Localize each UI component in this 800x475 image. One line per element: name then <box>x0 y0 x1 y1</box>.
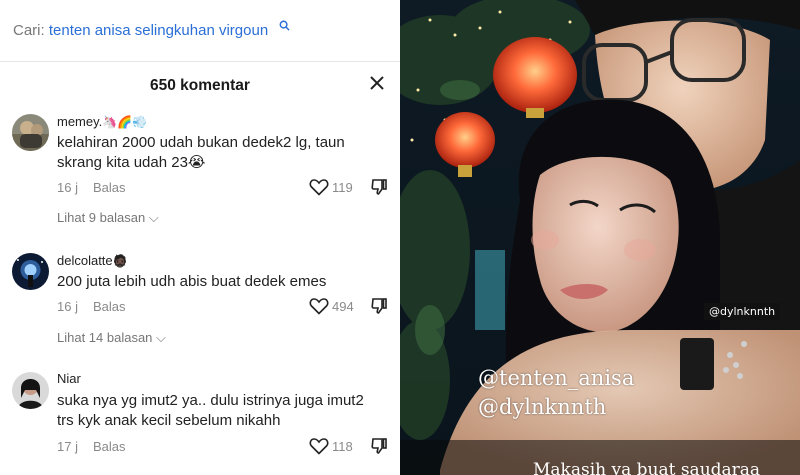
view-replies-link[interactable]: Lihat 14 balasan ⌵ <box>57 330 166 346</box>
comments-header: 650 komentar <box>0 62 400 108</box>
avatar[interactable] <box>12 253 49 290</box>
chevron-down-icon: ⌵ <box>148 210 159 225</box>
search-bar[interactable]: Cari: tenten anisa selingkuhan virgoun <box>0 0 400 62</box>
mention-tag[interactable]: @dylnknnth <box>704 303 781 320</box>
heart-icon[interactable] <box>309 437 329 455</box>
like-count: 494 <box>332 299 354 314</box>
search-input[interactable]: Cari: tenten anisa selingkuhan virgoun <box>13 22 268 39</box>
dislike-icon[interactable] <box>370 437 388 455</box>
comment-username[interactable]: memey.🦄🌈💨 <box>57 114 147 129</box>
search-query: tenten anisa selingkuhan virgoun <box>48 22 269 39</box>
comment-username[interactable]: Niar <box>57 371 81 386</box>
comment-time: 17 j <box>57 439 78 454</box>
search-prefix: Cari: <box>13 22 45 39</box>
comment-time: 16 j <box>57 180 78 195</box>
avatar[interactable] <box>12 114 49 151</box>
close-icon[interactable] <box>368 74 386 92</box>
story-caption: Makasih ya buat saudaraa <box>533 460 761 475</box>
mention-tag[interactable]: @dylnknnth <box>478 395 606 419</box>
dislike-icon[interactable] <box>370 178 388 196</box>
comment-text: 200 juta lebih udh abis buat dedek emes <box>57 273 327 290</box>
comment-time: 16 j <box>57 299 78 314</box>
reply-button[interactable]: Balas <box>93 439 126 454</box>
search-icon[interactable] <box>279 20 290 31</box>
comment-text: kelahiran 2000 udah bukan dedek2 lg, tau… <box>57 134 345 171</box>
comment-username[interactable]: delcolatte🧔🏿 <box>57 253 128 268</box>
heart-icon[interactable] <box>309 297 329 315</box>
reply-button[interactable]: Balas <box>93 299 126 314</box>
comments-panel: Cari: tenten anisa selingkuhan virgoun 6… <box>0 0 400 475</box>
mention-tag[interactable]: @tenten_anisa <box>478 366 634 390</box>
chevron-down-icon: ⌵ <box>156 330 166 345</box>
comment-text: suka nya yg imut2 ya.. dulu istrinya jug… <box>57 392 364 429</box>
view-replies-link[interactable]: Lihat 9 balasan ⌵ <box>57 210 159 226</box>
like-count: 119 <box>332 180 353 195</box>
comments-count-title: 650 komentar <box>150 77 250 94</box>
heart-icon[interactable] <box>309 178 329 196</box>
avatar[interactable] <box>12 372 49 409</box>
dislike-icon[interactable] <box>370 297 388 315</box>
instagram-story-photo: @dylnknnth @tenten_anisa @dylnknnth Maka… <box>400 0 800 475</box>
like-count: 118 <box>332 439 353 454</box>
reply-button[interactable]: Balas <box>93 180 126 195</box>
